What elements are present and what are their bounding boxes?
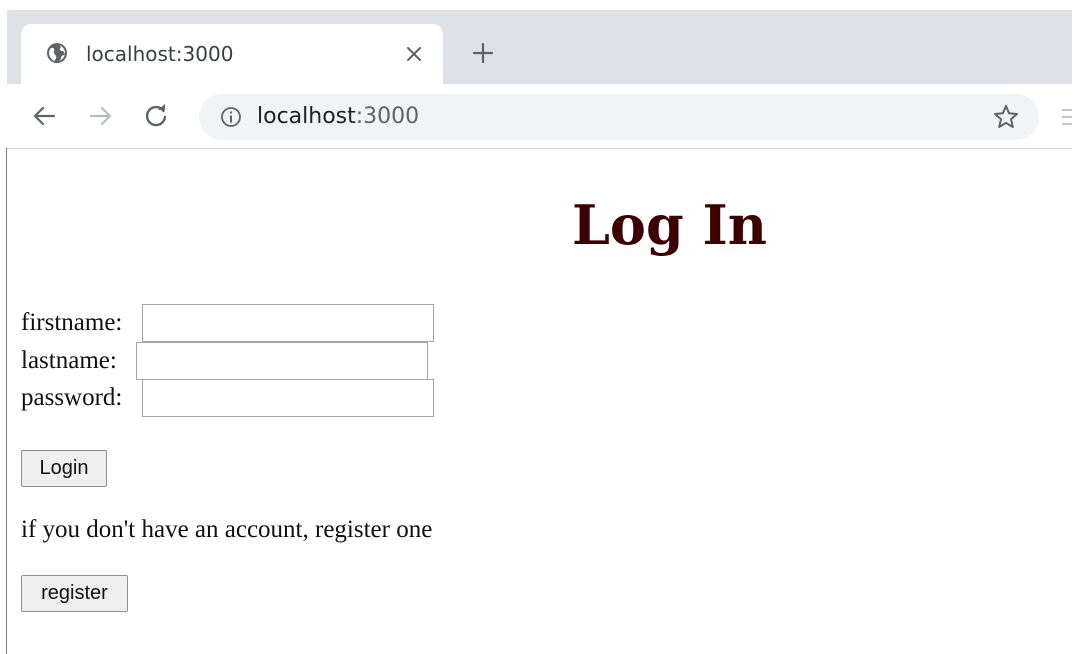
plus-icon[interactable] bbox=[471, 41, 495, 65]
star-icon[interactable] bbox=[992, 103, 1020, 131]
globe-icon bbox=[47, 43, 67, 63]
register-hint: if you don't have an account, register o… bbox=[21, 516, 433, 543]
browser-window: localhost:3000 localhost:3000 Log In fir… bbox=[0, 0, 1072, 654]
url-port: :3000 bbox=[355, 104, 420, 129]
menu-icon[interactable] bbox=[1062, 108, 1072, 126]
tab-title: localhost:3000 bbox=[86, 42, 234, 66]
tab-strip: localhost:3000 bbox=[0, 0, 1072, 84]
reload-icon[interactable] bbox=[142, 102, 170, 130]
password-label: password: bbox=[21, 384, 123, 411]
address-url[interactable]: localhost:3000 bbox=[257, 101, 419, 133]
arrow-left-icon[interactable] bbox=[31, 102, 59, 130]
info-icon[interactable] bbox=[220, 106, 242, 128]
firstname-input[interactable] bbox=[142, 304, 434, 342]
lastname-input[interactable] bbox=[136, 342, 428, 380]
arrow-right-icon[interactable] bbox=[86, 102, 114, 130]
page-title: Log In bbox=[571, 193, 768, 257]
lastname-label: lastname: bbox=[21, 347, 117, 374]
close-icon[interactable] bbox=[403, 43, 425, 65]
login-button[interactable]: Login bbox=[21, 450, 107, 487]
firstname-label: firstname: bbox=[21, 309, 123, 336]
page-content: Log In firstname: lastname: password: Lo… bbox=[7, 149, 1072, 654]
url-host: localhost bbox=[257, 104, 356, 129]
register-button[interactable]: register bbox=[21, 575, 128, 612]
password-input[interactable] bbox=[142, 379, 434, 417]
